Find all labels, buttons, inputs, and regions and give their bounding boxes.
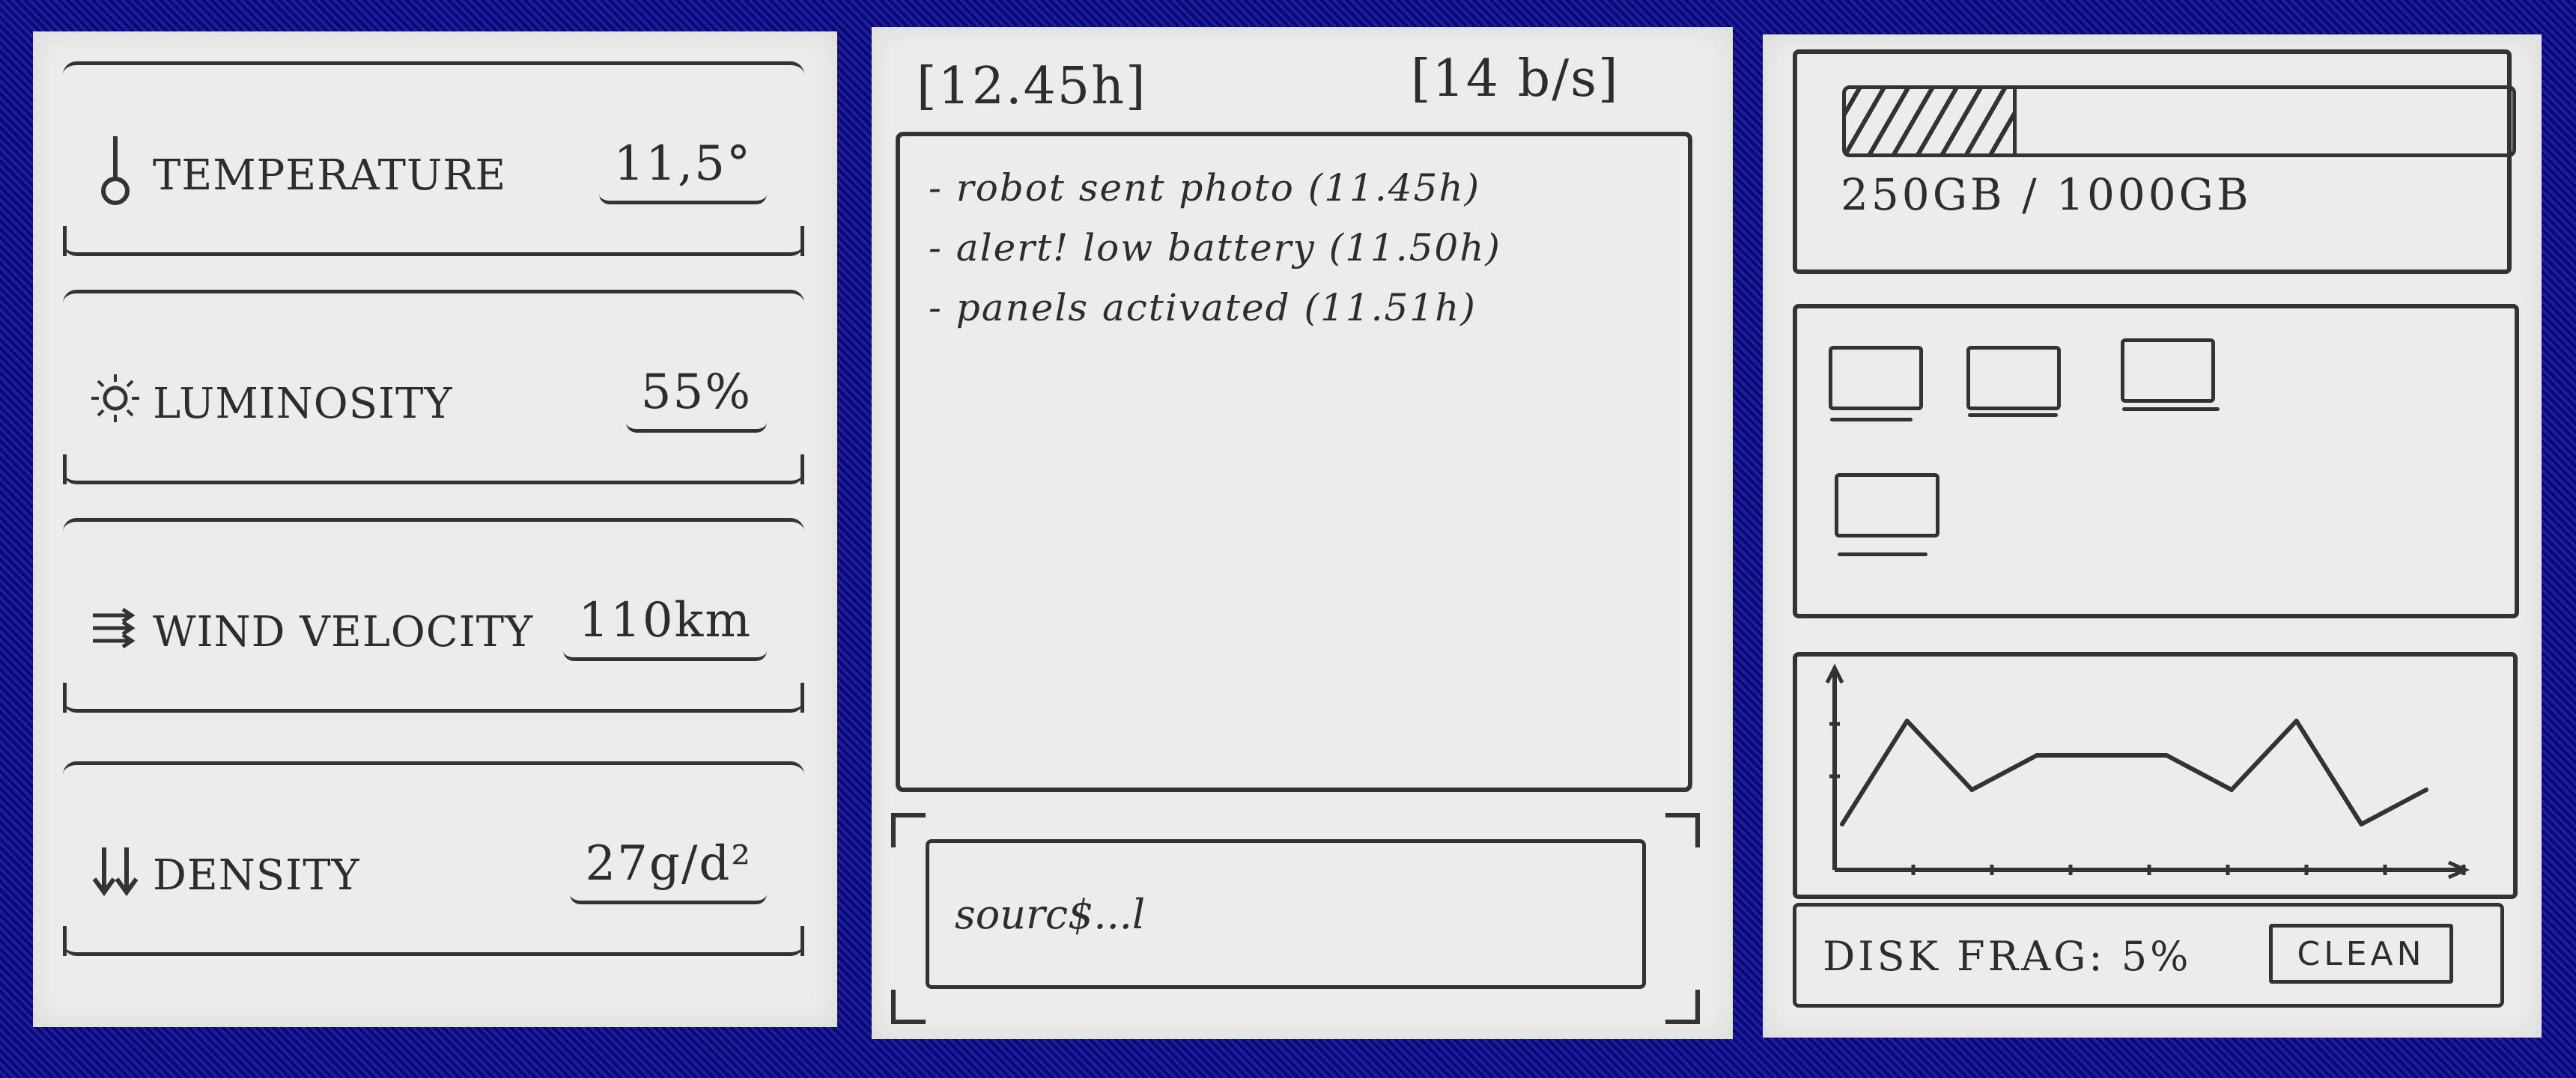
sensor-card-wind-velocity: WIND VELOCITY 110km (63, 518, 804, 713)
sensor-card-density: DENSITY 27g/d² (63, 761, 804, 956)
log-sheet: [12.45h] [14 b/s] - robot sent photo (11… (872, 27, 1733, 1039)
system-sheet: 250GB / 1000GB DISK FRAG: 5% CLEAN (1763, 34, 2542, 1038)
sensor-label: DENSITY (153, 851, 360, 900)
frame-corner (891, 813, 926, 847)
files-panel (1793, 304, 2519, 618)
thermometer-icon (101, 136, 130, 205)
file-thumbnail-caption-line (1838, 552, 1928, 556)
chart-panel (1793, 652, 2518, 899)
file-thumbnail-caption-line (1830, 418, 1913, 421)
series-point (1840, 822, 1844, 826)
sensor-card-luminosity: LUMINOSITY 55% (63, 290, 804, 484)
series-point (2099, 753, 2104, 758)
file-thumbnail[interactable] (2121, 338, 2215, 403)
sensor-label: LUMINOSITY (153, 380, 453, 428)
file-thumbnail-caption-line (1968, 413, 2058, 417)
storage-panel (1793, 49, 2516, 274)
sun-icon (91, 374, 139, 422)
sensor-sheet: TEMPERATURE 11,5° LUMINOSITY 55% WIND VE… (33, 31, 837, 1027)
file-thumbnail-caption-line (2122, 407, 2220, 411)
clean-button[interactable]: CLEAN (2269, 924, 2453, 984)
series-point (1904, 719, 1910, 723)
sensor-value: 11,5° (598, 136, 767, 204)
sensor-card-temperature: TEMPERATURE 11,5° (63, 61, 804, 256)
file-thumbnail[interactable] (1829, 346, 1923, 410)
series-point (2424, 788, 2428, 792)
series-line (1840, 719, 2428, 826)
series-point (2229, 788, 2234, 792)
data-rate-display: [14 b/s] (1411, 49, 1620, 109)
command-input[interactable] (926, 839, 1646, 989)
sensor-value: 110km (563, 593, 767, 661)
series-point (2294, 719, 2299, 723)
series-point (2164, 753, 2169, 758)
file-thumbnail[interactable] (1966, 346, 2061, 410)
sensor-label: WIND VELOCITY (153, 608, 534, 657)
wind-icon (93, 607, 136, 649)
storage-bar-fill (1846, 89, 2017, 153)
sensor-value: 55% (625, 365, 767, 433)
frame-corner (1665, 813, 1700, 847)
sensor-value: 27g/d² (570, 836, 767, 904)
storage-bar (1842, 85, 2516, 157)
file-thumbnail[interactable] (1835, 473, 1939, 538)
frame-corner (891, 990, 926, 1024)
down-arrows-icon (92, 847, 139, 897)
log-entry: - panels activated (11.51h) (929, 286, 1477, 329)
chart-axes (1825, 663, 2470, 880)
series-point (2035, 753, 2039, 758)
frame-corner (1665, 990, 1700, 1024)
series-point (2359, 822, 2364, 826)
log-entry: - robot sent photo (11.45h) (929, 166, 1481, 210)
disk-frag-text: DISK FRAG: 5% (1823, 933, 2192, 980)
clock-display: [12.45h] (917, 57, 1147, 116)
event-log[interactable]: - robot sent photo (11.45h) - alert! low… (896, 132, 1692, 792)
series-point (1969, 788, 1975, 792)
usage-line-chart (1825, 663, 2470, 880)
sensor-label: TEMPERATURE (153, 151, 507, 200)
log-entry: - alert! low battery (11.50h) (929, 226, 1501, 270)
storage-usage-text: 250GB / 1000GB (1841, 169, 2252, 220)
